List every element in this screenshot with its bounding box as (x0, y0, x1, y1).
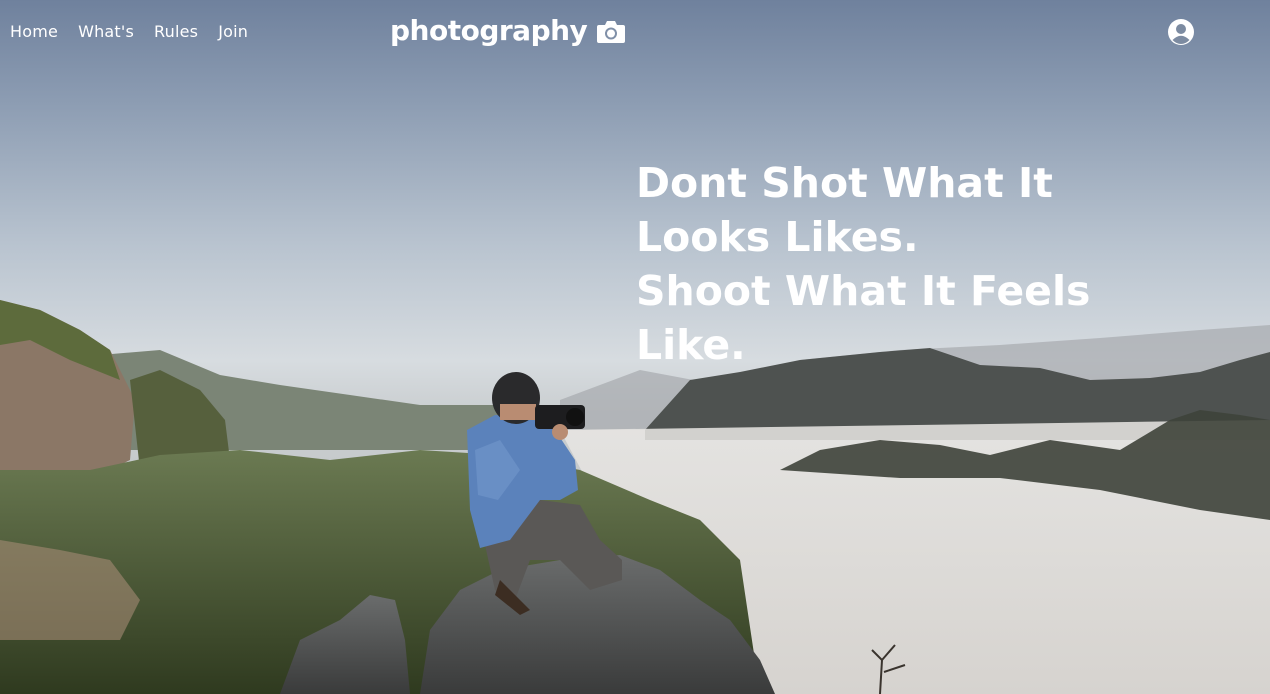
nav-whats-link[interactable]: What's (78, 22, 134, 41)
headline-line: Shoot What It Feels (636, 267, 1091, 315)
brand-name: photography (390, 14, 588, 47)
user-circle-icon[interactable] (1167, 18, 1195, 46)
hero-headline: Dont Shot What It Looks Likes. Shoot Wha… (636, 156, 1136, 372)
nav-join-link[interactable]: Join (218, 22, 248, 41)
main-nav: Home What's Rules Join (10, 22, 248, 41)
nav-home-link[interactable]: Home (10, 22, 58, 41)
brand-logo[interactable]: photography (390, 14, 626, 47)
camera-icon (597, 20, 626, 43)
hero-banner: Home What's Rules Join photography Dont … (0, 0, 1270, 694)
headline-line: Like. (636, 321, 746, 369)
headline-line: Dont Shot What It (636, 159, 1053, 207)
headline-line: Looks Likes. (636, 213, 919, 261)
nav-rules-link[interactable]: Rules (154, 22, 198, 41)
